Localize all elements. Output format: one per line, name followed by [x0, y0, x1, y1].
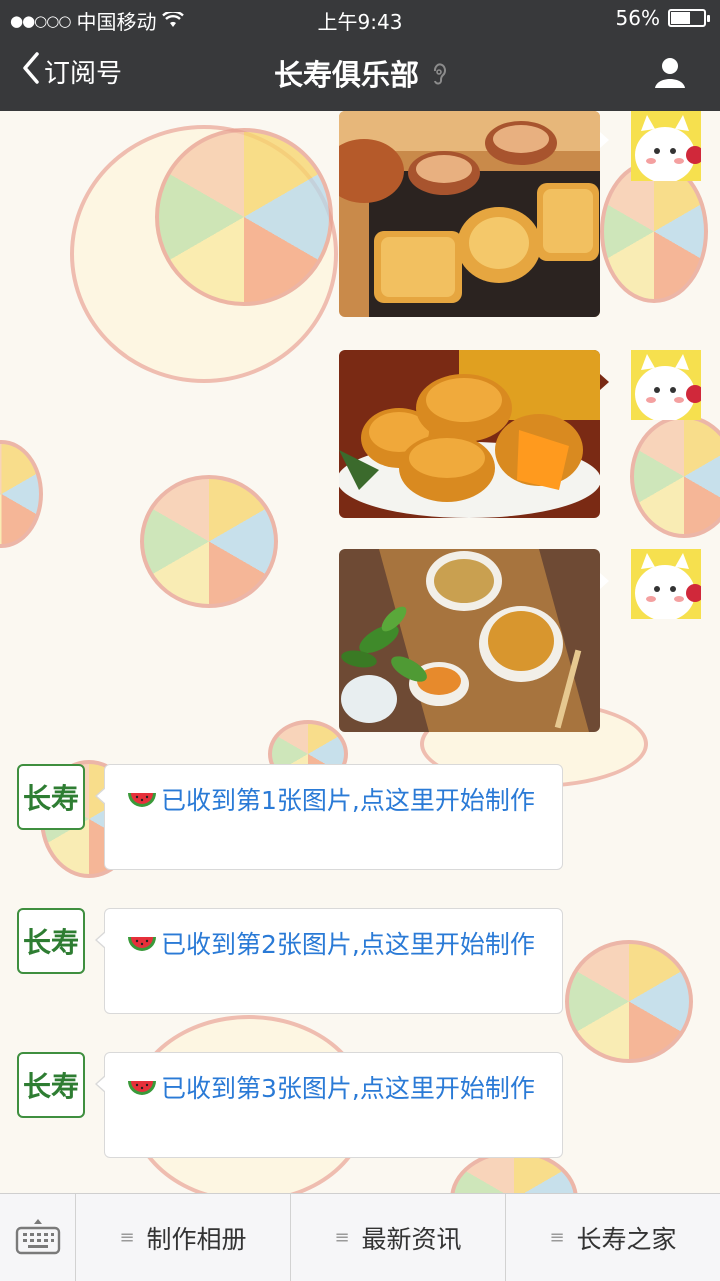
- mooncake-photo-2: [339, 350, 600, 518]
- sent-image-message[interactable]: [339, 350, 600, 518]
- mooncake-photo-3: [339, 549, 600, 732]
- received-link-message[interactable]: 已收到第3张图片,点这里开始制作: [95, 1052, 563, 1158]
- bubble-pointer: [600, 374, 609, 390]
- official-account-avatar[interactable]: 长寿: [17, 908, 85, 974]
- sent-image-message[interactable]: [339, 111, 600, 317]
- user-avatar[interactable]: [631, 350, 701, 420]
- menu-make-album[interactable]: ≡ 制作相册: [76, 1194, 291, 1281]
- keyboard-toggle-button[interactable]: [0, 1194, 76, 1281]
- message-text: 已收到第1张图片,点这里开始制作: [161, 786, 535, 815]
- user-avatar[interactable]: [631, 111, 701, 181]
- ear-icon: [425, 63, 446, 91]
- message-text: 已收到第2张图片,点这里开始制作: [161, 930, 535, 959]
- menu-label: 长寿之家: [576, 1224, 677, 1254]
- keyboard-icon: [15, 1217, 61, 1259]
- official-account-avatar[interactable]: 长寿: [17, 764, 85, 830]
- received-link-message[interactable]: 已收到第1张图片,点这里开始制作: [95, 764, 563, 870]
- watermelon-icon: [128, 1081, 156, 1095]
- mooncake-photo-1: [339, 111, 600, 317]
- menu-lines-icon: ≡: [119, 1227, 135, 1248]
- battery-icon: [668, 9, 710, 27]
- battery-percent: 56%: [615, 6, 660, 30]
- message-text: 已收到第3张图片,点这里开始制作: [161, 1074, 535, 1103]
- official-account-avatar[interactable]: 长寿: [17, 1052, 85, 1118]
- bubble-pointer: [600, 132, 609, 148]
- clock: 上午9:43: [317, 10, 403, 34]
- menu-label: 制作相册: [146, 1224, 247, 1254]
- bottom-menu-bar: ≡ 制作相册 ≡ 最新资讯 ≡ 长寿之家: [0, 1193, 720, 1281]
- chat-title: 长寿俱乐部: [273, 58, 419, 92]
- menu-latest-news[interactable]: ≡ 最新资讯: [291, 1194, 506, 1281]
- menu-label: 最新资讯: [361, 1224, 462, 1254]
- navigation-bar: 订阅号 长寿俱乐部: [0, 36, 720, 111]
- received-link-message[interactable]: 已收到第2张图片,点这里开始制作: [95, 908, 563, 1014]
- bubble-pointer: [600, 573, 609, 589]
- user-avatar[interactable]: [631, 549, 701, 619]
- watermelon-icon: [128, 793, 156, 807]
- user-profile-icon[interactable]: [654, 56, 686, 92]
- menu-lines-icon: ≡: [334, 1227, 350, 1248]
- watermelon-icon: [128, 937, 156, 951]
- menu-lines-icon: ≡: [549, 1227, 565, 1248]
- menu-longevity-home[interactable]: ≡ 长寿之家: [506, 1194, 720, 1281]
- sent-image-message[interactable]: [339, 549, 600, 732]
- status-bar: ●●○○○ 中国移动 上午9:43 56%: [0, 0, 720, 36]
